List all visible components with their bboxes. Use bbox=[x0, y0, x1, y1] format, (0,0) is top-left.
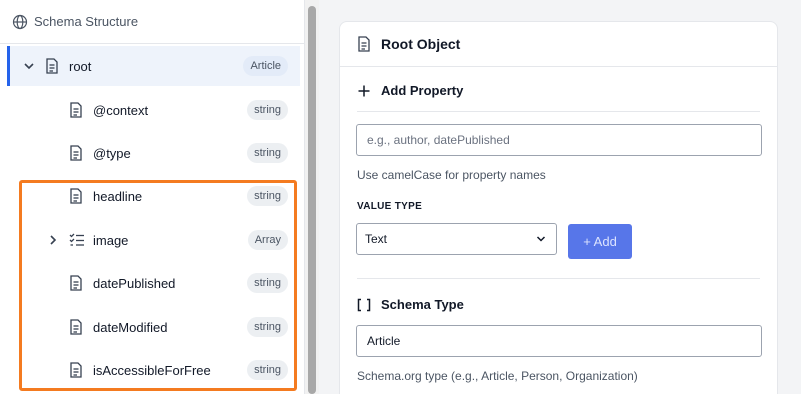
document-icon bbox=[358, 36, 370, 52]
add-property-heading: Add Property bbox=[357, 83, 463, 98]
chevron-right-icon[interactable] bbox=[47, 234, 59, 246]
tree-node-date-modified[interactable]: dateModified string bbox=[7, 307, 300, 347]
type-badge: string bbox=[247, 273, 288, 293]
type-badge: string bbox=[247, 143, 288, 163]
tree-node-label: dateModified bbox=[93, 319, 168, 335]
schema-type-heading: Schema Type bbox=[357, 297, 464, 312]
property-name-help: Use camelCase for property names bbox=[357, 168, 546, 182]
panel-header: Schema Structure bbox=[0, 0, 304, 44]
brackets-icon bbox=[357, 298, 371, 311]
schema-type-title: Schema Type bbox=[381, 297, 464, 312]
tree-node-type[interactable]: @type string bbox=[7, 133, 300, 173]
panel-title: Schema Structure bbox=[34, 14, 139, 29]
chevron-down-icon bbox=[536, 236, 546, 242]
tree-node-label: @context bbox=[93, 102, 149, 118]
tree-node-image[interactable]: image Array bbox=[7, 220, 300, 260]
type-badge: string bbox=[247, 360, 288, 380]
add-property-button[interactable]: + Add bbox=[568, 224, 632, 259]
scrollbar-thumb[interactable] bbox=[308, 6, 316, 394]
property-name-input[interactable] bbox=[356, 124, 762, 156]
tree-node-root[interactable]: root Article bbox=[7, 46, 300, 86]
document-icon bbox=[46, 58, 58, 74]
tree-node-date-published[interactable]: datePublished string bbox=[7, 263, 300, 303]
schema-type-input[interactable] bbox=[356, 325, 762, 357]
card-title: Root Object bbox=[381, 36, 461, 52]
divider bbox=[357, 278, 760, 279]
tree-node-headline[interactable]: headline string bbox=[7, 176, 300, 216]
card-header: Root Object bbox=[340, 22, 777, 67]
document-icon bbox=[70, 145, 82, 161]
list-check-icon bbox=[69, 233, 84, 246]
document-icon bbox=[70, 102, 82, 118]
document-icon bbox=[70, 188, 82, 204]
tree-node-is-accessible-for-free[interactable]: isAccessibleForFree string bbox=[7, 350, 300, 390]
tree-node-label: isAccessibleForFree bbox=[93, 362, 211, 378]
tree-node-label: image bbox=[93, 232, 129, 248]
schema-type-help: Schema.org type (e.g., Article, Person, … bbox=[357, 369, 638, 383]
add-property-title: Add Property bbox=[381, 83, 464, 98]
document-icon bbox=[70, 275, 82, 291]
tree-node-label: root bbox=[69, 58, 92, 74]
value-type-selected: Text bbox=[365, 232, 388, 246]
tree-node-label: datePublished bbox=[93, 275, 176, 291]
value-type-label: VALUE TYPE bbox=[357, 201, 423, 212]
value-type-select[interactable]: Text bbox=[356, 223, 557, 255]
tree-node-label: @type bbox=[93, 145, 131, 161]
tree-node-label: headline bbox=[93, 188, 143, 204]
document-icon bbox=[70, 362, 82, 378]
type-badge: string bbox=[247, 186, 288, 206]
type-badge: Array bbox=[247, 230, 288, 250]
plus-icon bbox=[358, 85, 370, 96]
divider bbox=[357, 111, 760, 112]
chevron-down-icon[interactable] bbox=[23, 60, 35, 72]
type-badge: Article bbox=[243, 56, 288, 76]
tree-node-context[interactable]: @context string bbox=[7, 90, 300, 130]
type-badge: string bbox=[247, 317, 288, 337]
document-icon bbox=[70, 319, 82, 335]
root-object-card: Root Object Add Property Use camelCase f… bbox=[339, 21, 778, 394]
globe-icon bbox=[12, 14, 28, 29]
schema-structure-panel: Schema Structure root Article @context s… bbox=[0, 0, 305, 394]
type-badge: string bbox=[247, 100, 288, 120]
